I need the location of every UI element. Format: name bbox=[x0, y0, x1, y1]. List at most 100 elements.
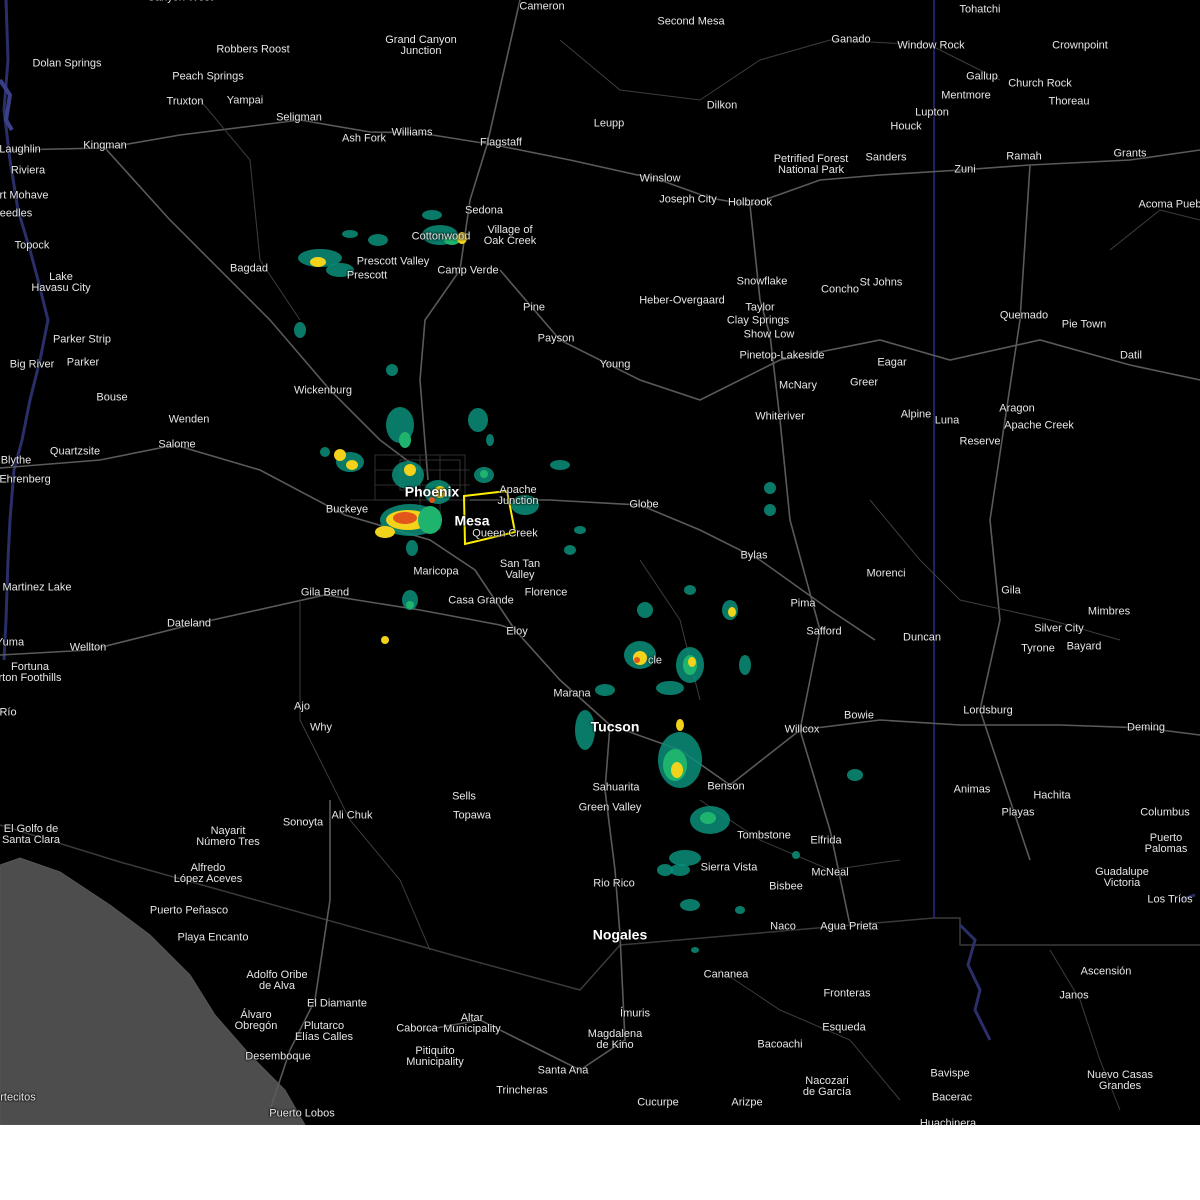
place-label-marana: Marana bbox=[553, 687, 591, 700]
place-label-parker-strip: Parker Strip bbox=[52, 333, 112, 346]
place-label-caborca: Caborca bbox=[396, 1022, 438, 1035]
radar-echo-light bbox=[368, 234, 388, 246]
place-label-desemboque: Desemboque bbox=[245, 1050, 311, 1063]
place-label-florence: Florence bbox=[524, 586, 568, 599]
radar-map[interactable]: Canyon West Cameron Tohatchi Second Mesa Rob… bbox=[0, 0, 1200, 1125]
place-label-pine: Pine bbox=[522, 301, 546, 314]
place-label-san-tan-valley: San Tan Valley bbox=[499, 558, 541, 581]
place-label-santa-ana: Santa Ana bbox=[537, 1064, 589, 1077]
place-label-quemado: Quemado bbox=[999, 309, 1049, 322]
place-label-ramah: Ramah bbox=[1006, 150, 1042, 163]
place-label-cameron: Cameron bbox=[519, 0, 565, 13]
place-label-blythe: Blythe bbox=[0, 454, 32, 467]
place-label-concho: Concho bbox=[821, 283, 859, 296]
place-label-canyon-west: Canyon West bbox=[147, 0, 213, 4]
place-label-camp-verde: Camp Verde bbox=[437, 264, 499, 277]
place-label-alfredo: Alfredo López Aceves bbox=[173, 862, 243, 885]
place-label-dolan-springs: Dolan Springs bbox=[32, 57, 102, 70]
radar-echo-light bbox=[764, 504, 776, 516]
place-label-guadalupe-victoria: Guadalupe Victoria bbox=[1095, 866, 1149, 889]
place-label-tombstone: Tombstone bbox=[737, 829, 791, 842]
radar-echo-heavy bbox=[728, 607, 736, 617]
place-label-riviera: Riviera bbox=[10, 164, 46, 177]
place-label-sells: Sells bbox=[452, 790, 476, 803]
place-label-mimbres: Mimbres bbox=[1087, 605, 1131, 618]
place-label-luna: Luna bbox=[934, 414, 960, 427]
road-minor-1 bbox=[199, 99, 301, 321]
place-label-elfrida: Elfrida bbox=[810, 834, 842, 847]
place-label-salome: Salome bbox=[158, 438, 196, 451]
place-label-globe: Globe bbox=[629, 498, 659, 511]
place-label-morenci: Morenci bbox=[866, 567, 906, 580]
place-label-hachita: Hachita bbox=[1033, 789, 1071, 802]
place-label-tucson: Tucson bbox=[590, 718, 640, 735]
place-label-leupp: Leupp bbox=[593, 117, 625, 130]
place-label-mentmore: Mentmore bbox=[941, 89, 991, 102]
radar-echo-light bbox=[550, 460, 570, 470]
place-label-gallup: Gallup bbox=[966, 70, 998, 83]
place-label-yampai: Yampai bbox=[226, 94, 264, 107]
radar-echo-light bbox=[468, 408, 488, 432]
place-label-silver-city: Silver City bbox=[1034, 622, 1084, 635]
radar-echo-moderate bbox=[480, 470, 488, 478]
place-label-datil: Datil bbox=[1119, 349, 1143, 362]
place-label-topock: Topock bbox=[14, 239, 50, 252]
radar-echo-intense bbox=[634, 657, 640, 663]
place-label-seligman: Seligman bbox=[276, 111, 322, 124]
place-label-zuni: Zuni bbox=[954, 163, 976, 176]
place-label-sonoyta: Sonoyta bbox=[282, 816, 324, 829]
radar-echo-heavy bbox=[375, 526, 395, 538]
place-label-needles: eedles bbox=[0, 207, 33, 220]
radar-echo-heavy bbox=[346, 460, 358, 470]
place-label-queen-creek: Queen Creek bbox=[472, 527, 538, 540]
place-label-why: Why bbox=[310, 721, 332, 734]
place-label-puerto-penasco: Puerto Peñasco bbox=[149, 904, 229, 917]
place-label-eagar: Eagar bbox=[877, 356, 907, 369]
place-label-fortuna-foothills: Fortuna rton Foothills bbox=[0, 661, 62, 684]
place-label-nayarit: Nayarit Número Tres bbox=[196, 825, 260, 848]
place-label-taylor: Taylor bbox=[745, 301, 775, 314]
radar-echo-light bbox=[564, 545, 576, 555]
place-label-bowie: Bowie bbox=[844, 709, 874, 722]
radar-echo-light bbox=[386, 364, 398, 376]
place-label-ascension: Ascensión bbox=[1080, 965, 1132, 978]
place-label-bayard: Bayard bbox=[1066, 640, 1102, 653]
place-label-laughlin: Laughlin bbox=[0, 143, 41, 156]
place-label-joseph-city: Joseph City bbox=[659, 193, 717, 206]
place-label-big-river: Big River bbox=[9, 358, 55, 371]
place-label-willcox: Willcox bbox=[784, 723, 820, 736]
place-label-lake-havasu-city: Lake Havasu City bbox=[31, 271, 91, 294]
place-label-pinetop-lakeside: Pinetop-Lakeside bbox=[739, 349, 825, 362]
place-label-flagstaff: Flagstaff bbox=[480, 136, 522, 149]
place-label-bouse: Bouse bbox=[96, 391, 128, 404]
place-label-fort-mohave: rt Mohave bbox=[0, 189, 49, 202]
place-label-mesa: Mesa bbox=[454, 512, 490, 529]
place-label-animas: Animas bbox=[953, 783, 991, 796]
place-label-quartzsite: Quartzsite bbox=[49, 445, 101, 458]
place-label-rio: Río bbox=[0, 706, 17, 719]
place-label-apache-creek: Apache Creek bbox=[1004, 419, 1074, 432]
road-minor-6 bbox=[699, 799, 901, 871]
place-label-village-of-oak-creek: Village of Oak Creek bbox=[483, 224, 537, 247]
place-label-eloy: Eloy bbox=[506, 625, 528, 638]
place-label-phoenix: Phoenix bbox=[404, 483, 460, 500]
place-label-sedona: Sedona bbox=[465, 204, 503, 217]
place-label-cucurpe: Cucurpe bbox=[637, 1096, 679, 1109]
place-label-whiteriver: Whiteriver bbox=[755, 410, 805, 423]
radar-echo-heavy bbox=[381, 636, 389, 644]
place-label-puerto-palomas: Puerto Palomas bbox=[1144, 832, 1188, 855]
place-label-bagdad: Bagdad bbox=[230, 262, 268, 275]
place-label-acoma-pueblo: Acoma Pueb bbox=[1138, 198, 1200, 211]
place-label-prescott: Prescott bbox=[346, 269, 388, 282]
place-label-holbrook: Holbrook bbox=[727, 196, 773, 209]
place-label-houck: Houck bbox=[890, 120, 922, 133]
place-label-nuevo-casas-grandes: Nuevo Casas Grandes bbox=[1086, 1069, 1154, 1092]
place-label-maricopa: Maricopa bbox=[413, 565, 459, 578]
place-label-cottonwood: Cottonwood bbox=[411, 230, 471, 243]
place-label-safford: Safford bbox=[806, 625, 842, 638]
place-label-bylas: Bylas bbox=[740, 549, 768, 562]
radar-echo-light bbox=[574, 526, 586, 534]
place-label-janos: Janos bbox=[1059, 989, 1089, 1002]
place-label-winslow: Winslow bbox=[639, 172, 681, 185]
place-label-green-valley: Green Valley bbox=[578, 801, 642, 814]
